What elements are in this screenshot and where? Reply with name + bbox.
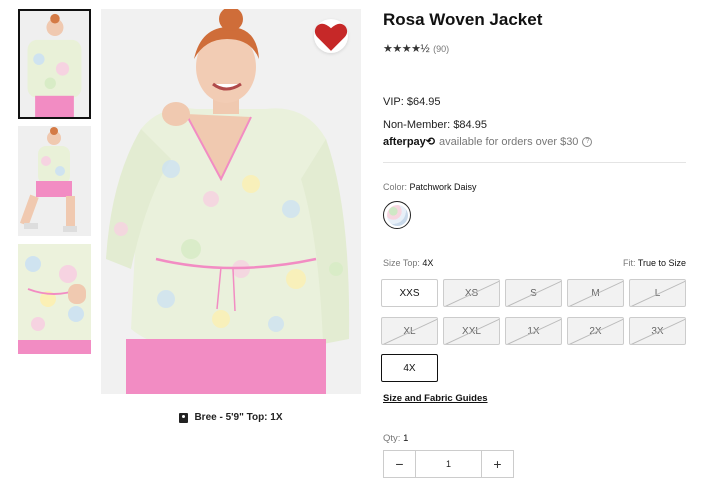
color-value: Patchwork Daisy: [409, 182, 477, 192]
model-info-icon: [179, 412, 189, 423]
size-guide-link[interactable]: Size and Fabric Guides: [383, 393, 488, 404]
size-label: Size Top: 4X: [383, 258, 433, 268]
thumbnail-3[interactable]: [18, 244, 91, 354]
color-swatch-patchwork-daisy[interactable]: [383, 201, 411, 229]
size-option-label: XL: [403, 325, 416, 337]
size-option[interactable]: M: [567, 279, 624, 307]
thumbnail-2[interactable]: [18, 126, 91, 236]
size-option[interactable]: L: [629, 279, 686, 307]
favorite-button[interactable]: [314, 19, 348, 53]
heart-icon: [314, 23, 348, 51]
member-price-label: Non-Member:: [383, 119, 451, 131]
vip-price: VIP: $64.95: [383, 96, 441, 108]
afterpay-text: available for orders over $30: [439, 135, 579, 148]
quantity-label-value: 1: [403, 433, 409, 444]
fit-label-text: Fit:: [622, 258, 636, 268]
help-icon[interactable]: ?: [582, 136, 593, 147]
member-price: Non-Member: $84.95: [383, 119, 487, 131]
color-label-text: Color:: [383, 182, 408, 192]
size-option-label: 4X: [403, 362, 416, 374]
size-option[interactable]: 3X: [629, 317, 686, 345]
size-option-label: 1X: [527, 325, 540, 337]
size-option[interactable]: 1X: [505, 317, 562, 345]
model-caption: Bree - 5'9" Top: 1X: [101, 412, 361, 423]
quantity-input[interactable]: 1: [416, 451, 481, 477]
fit-label: Fit: True to Size: [623, 258, 686, 268]
size-option[interactable]: 4X: [381, 354, 438, 382]
size-option[interactable]: XL: [381, 317, 438, 345]
size-option-label: XXS: [399, 287, 420, 299]
increase-quantity-button[interactable]: +: [481, 451, 513, 477]
size-option-label: M: [591, 287, 600, 299]
size-option-label: 3X: [651, 325, 664, 337]
size-option[interactable]: XS: [443, 279, 500, 307]
thumbnail-1[interactable]: [18, 9, 91, 119]
product-title: Rosa Woven Jacket: [383, 10, 543, 29]
rating[interactable]: ★★★★½ (90): [383, 42, 449, 55]
quantity-label-text: Qty:: [383, 433, 401, 444]
size-option[interactable]: 2X: [567, 317, 624, 345]
divider: [383, 162, 686, 163]
quantity-stepper: − 1 +: [383, 450, 514, 478]
size-option[interactable]: XXL: [443, 317, 500, 345]
size-label-text: Size Top:: [383, 258, 420, 268]
review-count[interactable]: (90): [433, 44, 449, 54]
size-option-label: L: [654, 287, 661, 299]
size-option-label: S: [530, 287, 537, 299]
decrease-quantity-button[interactable]: −: [384, 451, 416, 477]
main-product-image[interactable]: [101, 9, 361, 394]
color-label: Color: Patchwork Daisy: [383, 182, 477, 192]
vip-price-label: VIP:: [383, 96, 404, 108]
size-option[interactable]: XXS: [381, 279, 438, 307]
thumbnail-3-image: [18, 244, 91, 354]
main-product-photo: [101, 9, 361, 394]
thumbnail-2-image: [18, 126, 91, 236]
size-option-label: XXL: [462, 325, 481, 337]
fit-value: True to Size: [637, 258, 686, 268]
size-option-label: 2X: [589, 325, 602, 337]
size-option[interactable]: S: [505, 279, 562, 307]
rating-stars: ★★★★½: [383, 43, 430, 55]
afterpay-info: afterpay⟲ available for orders over $30 …: [383, 135, 593, 148]
vip-price-value: $64.95: [406, 96, 441, 108]
size-value: 4X: [422, 258, 434, 268]
model-caption-text: Bree - 5'9" Top: 1X: [194, 412, 283, 423]
swatch-pattern: [386, 204, 408, 226]
member-price-value: $84.95: [453, 119, 487, 131]
afterpay-logo: afterpay⟲: [383, 136, 436, 148]
thumbnail-1-image: [20, 11, 89, 117]
quantity-label: Qty: 1: [383, 433, 408, 444]
size-option-label: XS: [464, 287, 479, 299]
